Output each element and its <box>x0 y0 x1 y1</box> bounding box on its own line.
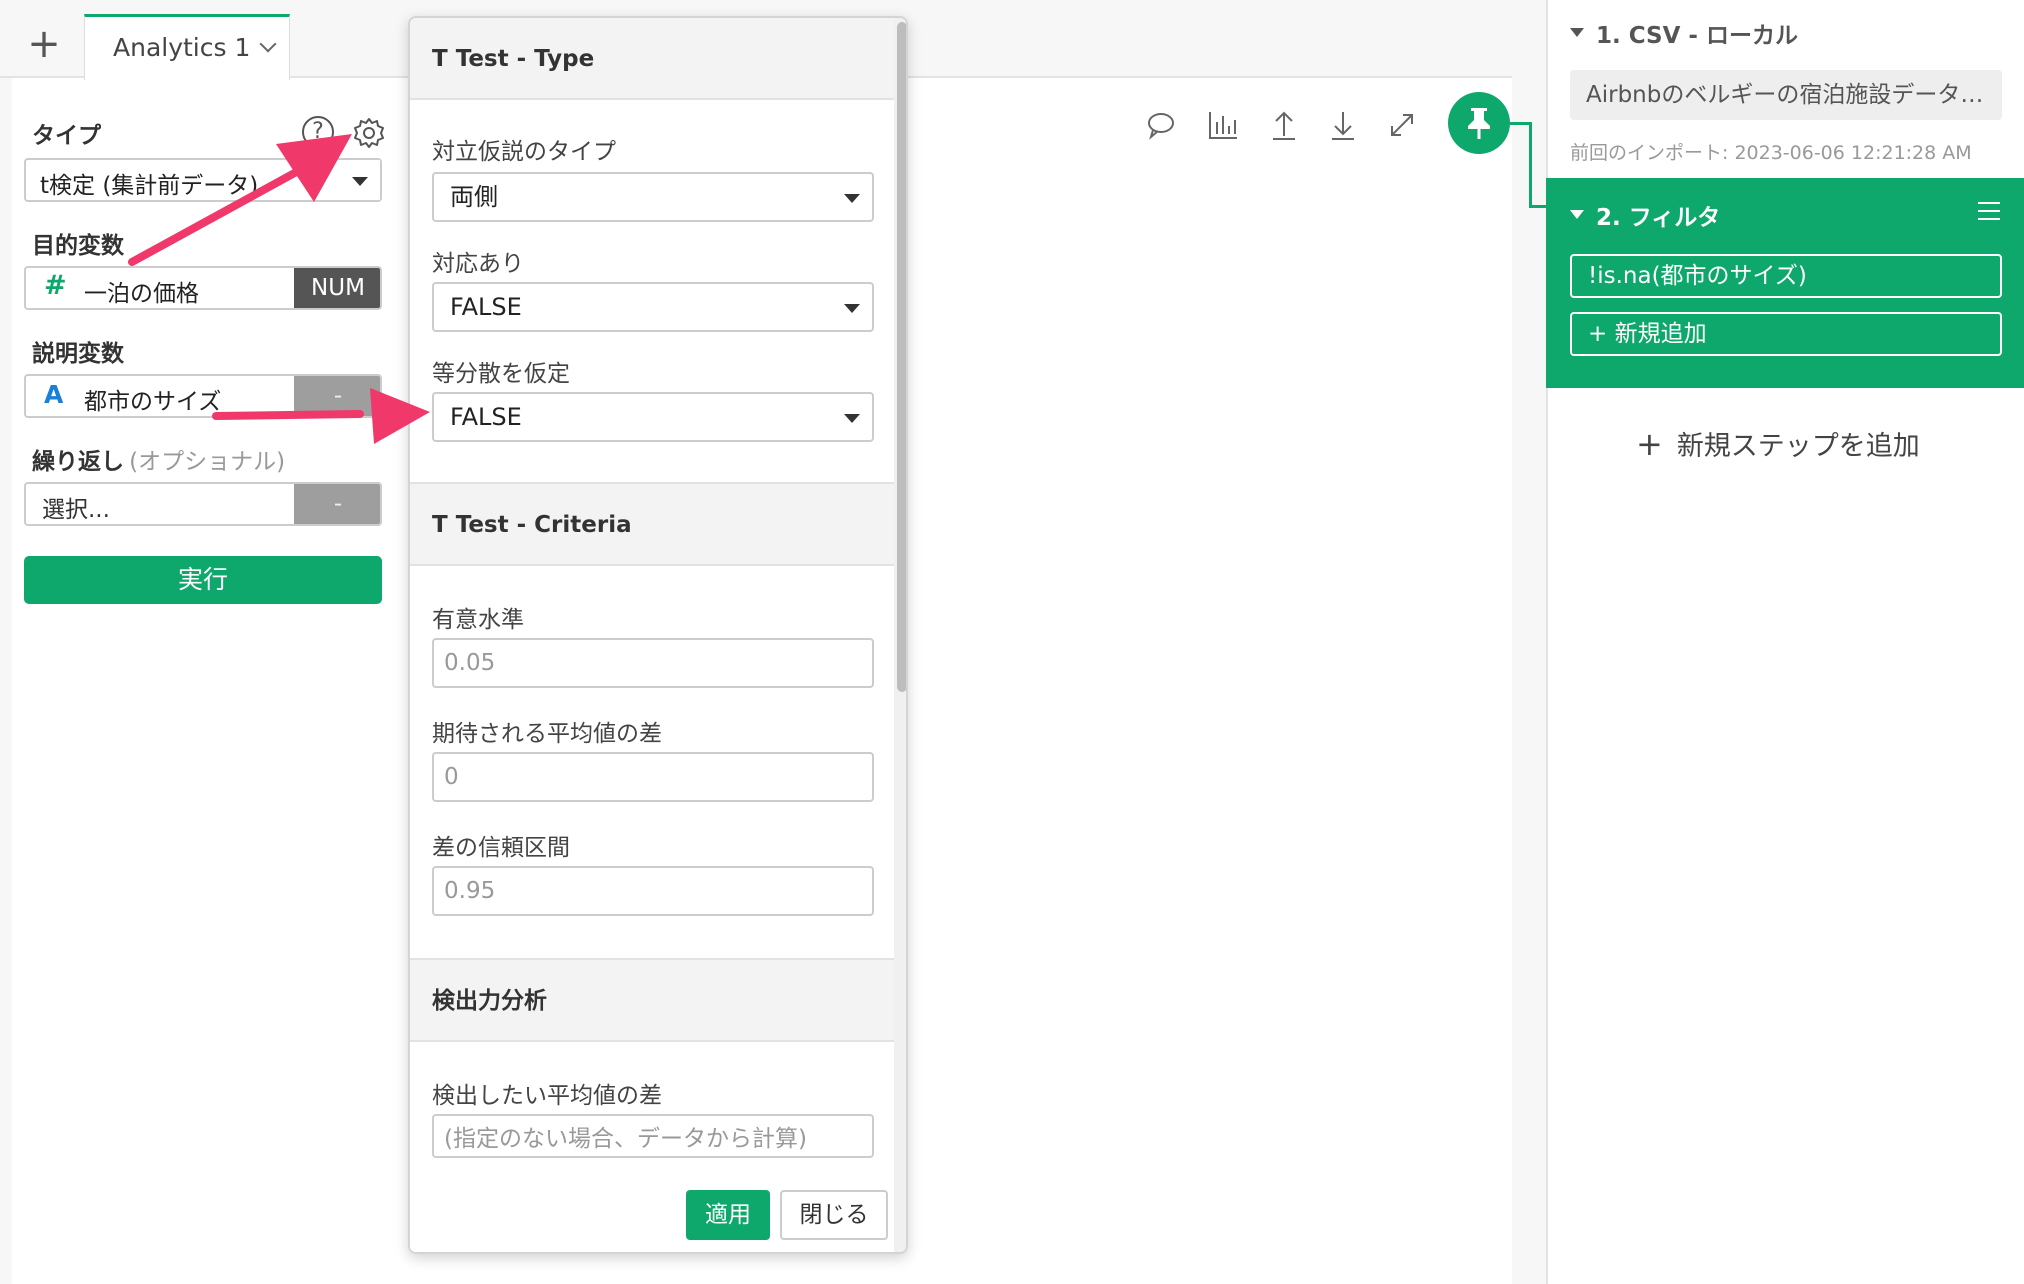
arrow-to-gear <box>128 166 304 266</box>
arrow-head-gear <box>276 134 352 202</box>
arrow-to-equal-variance <box>212 410 364 420</box>
annotation-arrows <box>128 134 430 444</box>
arrow-head-equal-variance <box>370 388 430 444</box>
